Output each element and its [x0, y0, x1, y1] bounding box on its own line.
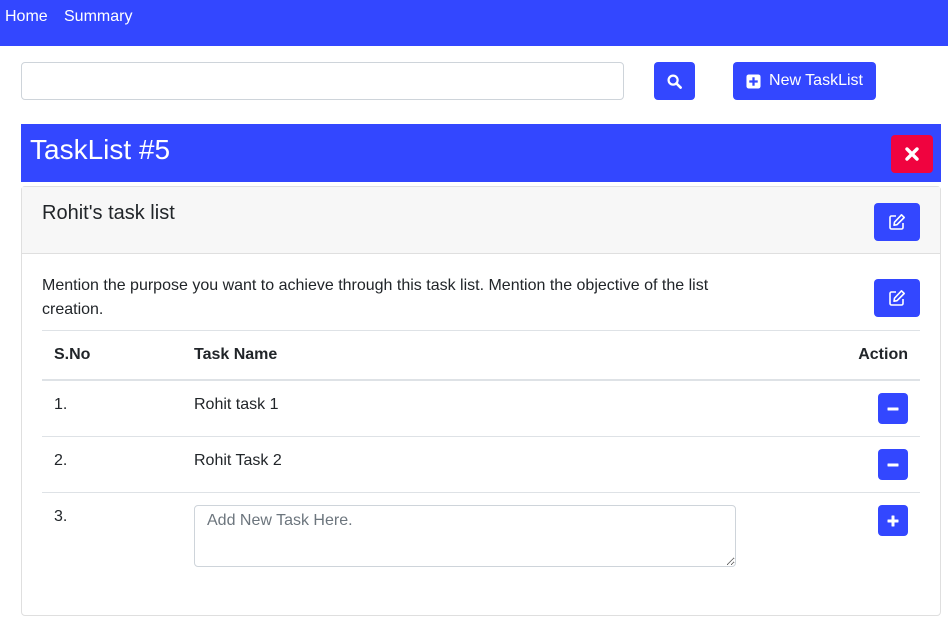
plus-square-icon — [746, 73, 761, 89]
plus-icon — [887, 515, 899, 526]
card-header: Rohit's task list — [22, 187, 940, 254]
minus-icon — [887, 407, 899, 410]
close-icon — [905, 147, 919, 161]
new-tasklist-button[interactable]: New TaskList — [733, 62, 876, 100]
remove-task-button[interactable] — [878, 393, 908, 424]
row-task-name: Rohit Task 2 — [194, 452, 282, 469]
remove-task-button[interactable] — [878, 449, 908, 480]
search-button[interactable] — [654, 62, 695, 100]
row-divider — [42, 436, 920, 437]
nav-home-link[interactable]: Home — [5, 8, 48, 26]
tasklist-header: TaskList #5 — [21, 124, 941, 182]
search-input[interactable] — [21, 62, 624, 100]
row-sno: 1. — [54, 396, 68, 413]
delete-tasklist-button[interactable] — [891, 135, 933, 173]
tasklist-name: Rohit's task list — [42, 202, 175, 224]
tasklist-title: TaskList #5 — [30, 134, 171, 165]
tasklist-description: Mention the purpose you want to achieve … — [42, 277, 709, 318]
minus-icon — [887, 463, 899, 466]
column-header-sno: S.No — [54, 346, 91, 363]
row-task-name: Rohit task 1 — [194, 396, 279, 413]
edit-name-button[interactable] — [874, 203, 920, 241]
top-navbar: Home Summary — [0, 0, 948, 46]
table-header-divider — [42, 379, 920, 381]
row-sno: 2. — [54, 452, 68, 469]
nav-summary-link[interactable]: Summary — [64, 8, 132, 26]
row-sno: 3. — [54, 508, 68, 525]
search-icon — [667, 73, 682, 89]
edit-description-button[interactable] — [874, 279, 920, 317]
row-divider — [42, 492, 920, 493]
edit-icon — [889, 290, 905, 306]
table-top-divider — [42, 330, 920, 331]
new-tasklist-label: New TaskList — [769, 72, 863, 89]
edit-icon — [889, 214, 905, 230]
column-header-action: Action — [858, 346, 908, 363]
tasklist-card: Rohit's task list Mention the purpose yo… — [21, 186, 941, 616]
column-header-task-name: Task Name — [194, 346, 278, 363]
new-task-input[interactable] — [194, 505, 736, 567]
add-task-button[interactable] — [878, 505, 908, 536]
